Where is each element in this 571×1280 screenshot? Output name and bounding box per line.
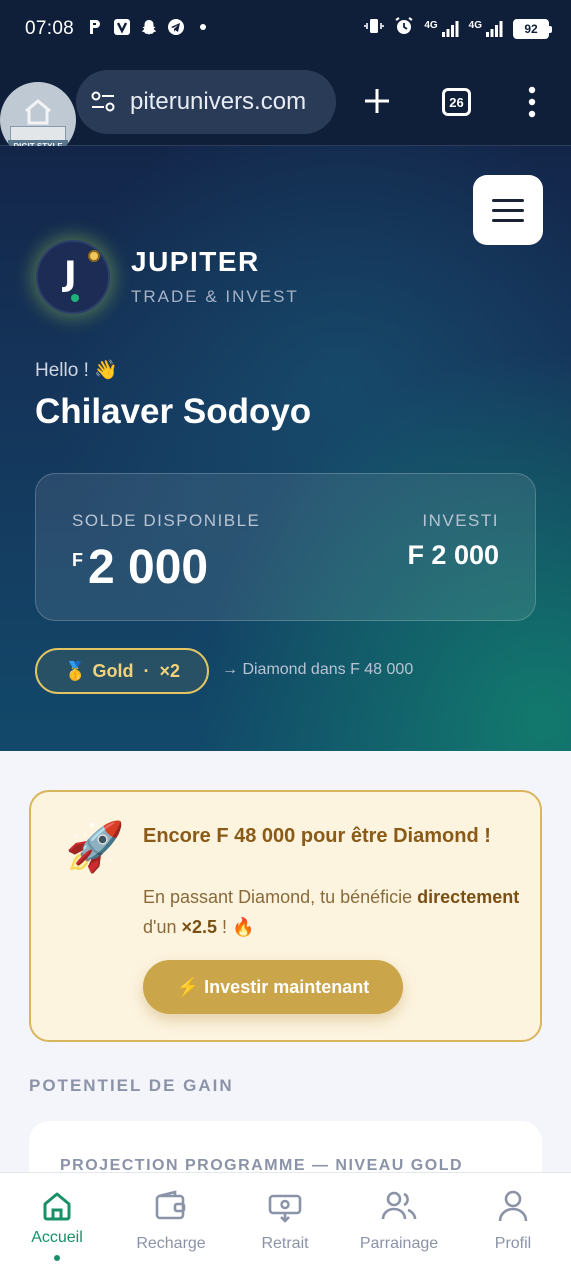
users-icon: [380, 1187, 418, 1225]
new-tab-icon[interactable]: [362, 86, 392, 116]
tier-label: Gold · ×2: [92, 660, 180, 681]
battery-icon: 92: [513, 18, 552, 39]
user-name: Chilaver Sodoyo: [35, 392, 312, 431]
active-indicator: [54, 1255, 60, 1261]
hamburger-line: [492, 208, 524, 212]
nav-label-profil: Profil: [494, 1235, 532, 1252]
bottom-navigation: Accueil Recharge Retrait Parrainage Prof…: [0, 1172, 571, 1280]
alarm-icon: [394, 16, 414, 41]
hamburger-icon: [492, 198, 524, 202]
nav-item-accueil[interactable]: Accueil: [2, 1185, 112, 1271]
status-bar: 07:08 4G 4G 92: [0, 0, 571, 58]
rocket-icon: 🚀: [65, 821, 125, 874]
vibrate-icon: [364, 16, 385, 41]
brand-logo: J: [36, 240, 110, 314]
balance-label: SOLDE DISPONIBLE: [72, 511, 261, 530]
nav-item-profil[interactable]: Profil: [458, 1185, 568, 1271]
logo-letter: J: [64, 254, 77, 294]
promo-text-start: En passant Diamond, tu bénéficie: [143, 887, 418, 907]
user-icon: [494, 1187, 532, 1225]
v-app-icon: [113, 18, 131, 36]
promo-text-bold: directement: [417, 887, 520, 907]
nav-label-accueil: Accueil: [31, 1229, 83, 1246]
gain-section-title: POTENTIEL DE GAIN: [29, 1076, 234, 1095]
notification-icons: [86, 18, 212, 36]
balance-currency: F: [72, 550, 83, 570]
next-tier-text: → Diamond dans F 48 000: [222, 661, 414, 678]
upgrade-promo-card: 🚀 Encore F 48 000 pour être Diamond ! En…: [29, 790, 542, 1042]
nav-item-parrainage[interactable]: Parrainage: [344, 1185, 454, 1271]
invested-label: INVESTI: [422, 511, 499, 530]
tier-badge[interactable]: 🥇 Gold · ×2: [35, 648, 209, 694]
nav-item-retrait[interactable]: Retrait: [230, 1185, 340, 1271]
more-vertical-icon[interactable]: [526, 86, 538, 118]
nav-label-parrainage: Parrainage: [359, 1235, 439, 1252]
browser-toolbar: DIGIT STYLE piterunivers.com 26: [0, 58, 571, 158]
promo-title: Encore F 48 000 pour être Diamond !: [143, 825, 491, 847]
logo-planet: [88, 250, 100, 262]
tab-switcher-button[interactable]: 26: [442, 88, 471, 116]
balance-card: SOLDE DISPONIBLE F 2 000 INVESTI F 2 000: [35, 473, 536, 621]
system-icons: 4G 4G 92: [364, 16, 552, 41]
promo-text-mid: d'un: [143, 917, 182, 937]
home-icon: [25, 99, 51, 125]
signal-2-icon: 4G: [469, 20, 503, 38]
hamburger-line: [492, 218, 524, 222]
brand-name: JUPITER: [131, 246, 260, 277]
wallet-icon: [152, 1187, 190, 1225]
snapchat-icon: [140, 18, 158, 36]
medal-icon: 🥇: [64, 660, 87, 681]
url-text[interactable]: piterunivers.com: [130, 88, 330, 116]
invested-value: F 2 000: [407, 540, 499, 570]
promo-text: En passant Diamond, tu bénéficie directe…: [143, 882, 523, 942]
hero-section: J JUPITER TRADE & INVEST Hello ! 👋 Chila…: [0, 146, 571, 751]
home-icon: [38, 1187, 76, 1225]
nav-item-recharge[interactable]: Recharge: [116, 1185, 226, 1271]
network-type-1: 4G: [424, 19, 438, 31]
greeting-text: Hello ! 👋: [35, 360, 118, 381]
promo-text-end: ! 🔥: [217, 917, 255, 937]
invest-now-button[interactable]: ⚡ Investir maintenant: [143, 960, 403, 1014]
nav-label-retrait: Retrait: [261, 1235, 309, 1252]
brand-tagline: TRADE & INVEST: [131, 287, 299, 306]
balance-amount: 2 000: [88, 541, 209, 594]
site-settings-icon[interactable]: [90, 91, 116, 113]
withdraw-icon: [266, 1187, 304, 1225]
logo-dot: [71, 294, 79, 302]
menu-button[interactable]: [473, 175, 543, 245]
nav-label-recharge: Recharge: [136, 1235, 206, 1252]
url-bar[interactable]: piterunivers.com: [76, 70, 336, 134]
more-notifications-icon: [194, 18, 212, 36]
signal-1-icon: 4G: [424, 19, 459, 38]
network-type-2: 4G: [468, 19, 482, 31]
p-app-icon: [86, 18, 104, 36]
telegram-icon: [167, 18, 185, 36]
promo-multiplier: ×2.5: [181, 917, 218, 937]
status-time: 07:08: [25, 18, 75, 39]
